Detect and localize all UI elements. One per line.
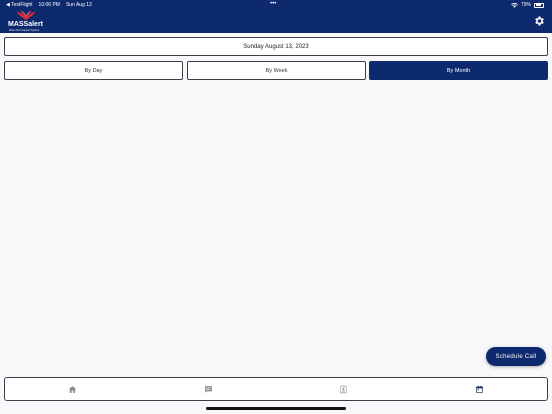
status-left: ◀ TestFlight 10:06 PM Sun Aug 13 [6,2,92,8]
tab-home[interactable] [5,378,141,400]
home-indicator[interactable] [206,407,346,410]
multitasking-dots[interactable]: ••• [270,1,276,7]
logo-text: MASSalert [8,21,44,28]
status-time: 10:06 PM [38,2,60,8]
by-month-label: By Month [446,67,471,74]
logo-tagline: Mass Alert Support System [9,28,40,32]
message-icon [204,385,212,393]
battery-percent: 79% [520,2,531,8]
bottom-tab-bar [4,377,548,401]
by-week-button[interactable]: By Week [187,61,366,80]
by-week-label: By Week [265,67,288,74]
contacts-icon [340,385,347,393]
tab-calendar[interactable] [412,378,548,400]
selected-date-display[interactable]: Sunday August 13, 2023 [4,37,548,56]
app-header: ◀ TestFlight 10:06 PM Sun Aug 13 ••• 79%… [0,0,552,33]
status-right: 79% [511,2,544,8]
by-day-button[interactable]: By Day [4,61,183,80]
by-day-label: By Day [84,67,103,74]
status-date: Sun Aug 13 [65,2,92,8]
status-bar: ◀ TestFlight 10:06 PM Sun Aug 13 ••• 79% [0,0,552,10]
home-icon [69,385,77,393]
calendar-icon [475,385,483,393]
gear-icon[interactable] [533,15,545,27]
wifi-icon [511,2,518,8]
status-carrier[interactable]: ◀ TestFlight [6,2,33,8]
massalert-logo: MASSalert Mass Alert Support System [8,10,44,32]
schedule-call-label: Schedule Call [495,353,537,360]
battery-icon [534,2,544,8]
selected-date-text: Sunday August 13, 2023 [243,43,309,50]
tab-messages[interactable] [141,378,277,400]
logo-wings-icon [16,10,36,21]
schedule-call-button[interactable]: Schedule Call [486,347,546,366]
by-month-button[interactable]: By Month [369,61,548,80]
tab-contacts[interactable] [276,378,412,400]
